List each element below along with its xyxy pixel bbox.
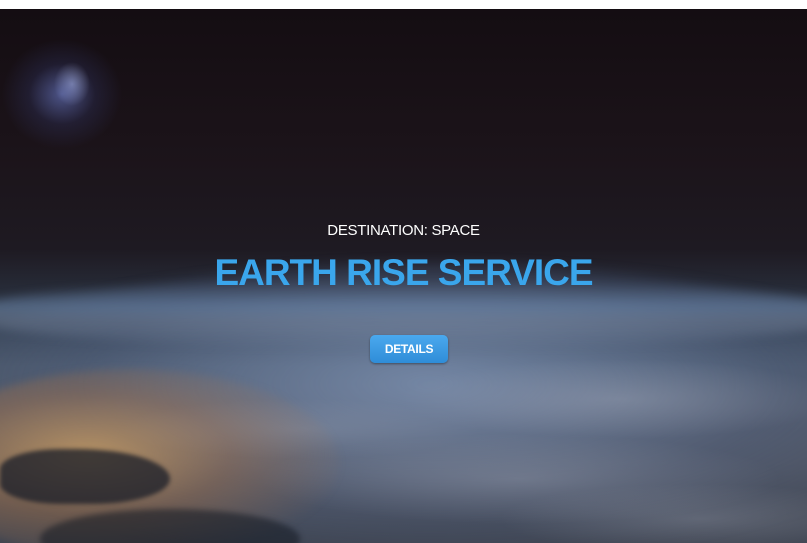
hero-section: DESTINATION: SPACE EARTH RISE SERVICE DE… <box>0 9 807 543</box>
hero-subtitle: DESTINATION: SPACE <box>327 222 480 239</box>
details-button[interactable]: DETAILS <box>370 335 448 363</box>
hero-title: EARTH RISE SERVICE <box>214 252 593 293</box>
